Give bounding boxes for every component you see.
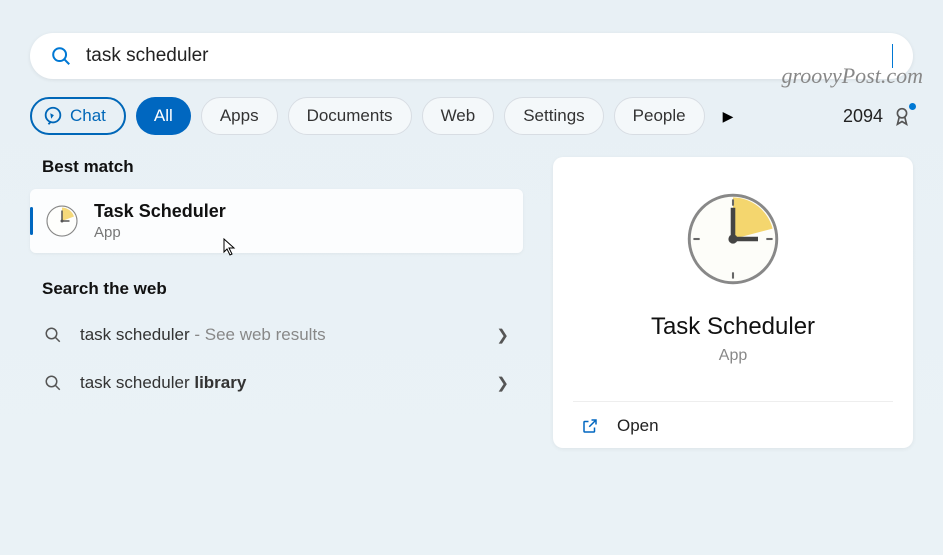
chat-label: Chat xyxy=(70,106,106,126)
web-result-text: task scheduler library xyxy=(80,373,496,393)
preview-subtitle: App xyxy=(719,347,747,365)
open-external-icon xyxy=(581,417,599,435)
points-value: 2094 xyxy=(843,106,883,127)
filter-apps[interactable]: Apps xyxy=(201,97,278,135)
task-scheduler-large-icon xyxy=(683,189,783,289)
web-result-text: task scheduler - See web results xyxy=(80,325,496,345)
results-list: Best match Task Scheduler App Search the… xyxy=(30,157,523,448)
chevron-right-icon: ❯ xyxy=(496,374,509,392)
result-title: Task Scheduler xyxy=(94,201,226,222)
search-icon xyxy=(44,326,62,344)
best-match-result[interactable]: Task Scheduler App xyxy=(30,189,523,253)
results-content: Best match Task Scheduler App Search the… xyxy=(30,157,913,448)
chat-pill[interactable]: Chat xyxy=(30,97,126,135)
web-result-1[interactable]: task scheduler - See web results ❯ xyxy=(30,311,523,359)
best-match-heading: Best match xyxy=(42,157,523,177)
filter-people[interactable]: People xyxy=(614,97,705,135)
result-subtitle: App xyxy=(94,224,226,241)
filter-row: Chat All Apps Documents Web Settings Peo… xyxy=(30,97,913,135)
open-label: Open xyxy=(617,416,659,436)
web-result-2[interactable]: task scheduler library ❯ xyxy=(30,359,523,407)
rewards-points[interactable]: 2094 xyxy=(843,105,913,127)
mouse-cursor-icon xyxy=(222,237,238,257)
watermark-text: groovyPost.com xyxy=(781,63,923,89)
filter-settings[interactable]: Settings xyxy=(504,97,603,135)
preview-title: Task Scheduler xyxy=(651,313,815,341)
bing-chat-icon xyxy=(42,105,64,127)
web-results-section: Search the web task scheduler - See web … xyxy=(30,279,523,407)
more-filters-arrow[interactable]: ▶ xyxy=(723,108,734,125)
filter-documents[interactable]: Documents xyxy=(288,97,412,135)
chevron-right-icon: ❯ xyxy=(496,326,509,344)
search-input[interactable] xyxy=(86,45,892,67)
open-action[interactable]: Open xyxy=(573,401,893,436)
search-web-heading: Search the web xyxy=(42,279,523,299)
search-icon xyxy=(50,45,72,67)
preview-panel: Task Scheduler App Open xyxy=(553,157,913,448)
filter-all[interactable]: All xyxy=(136,97,191,135)
filter-web[interactable]: Web xyxy=(422,97,495,135)
search-icon xyxy=(44,374,62,392)
rewards-medal-icon xyxy=(891,105,913,127)
task-scheduler-icon xyxy=(44,203,80,239)
